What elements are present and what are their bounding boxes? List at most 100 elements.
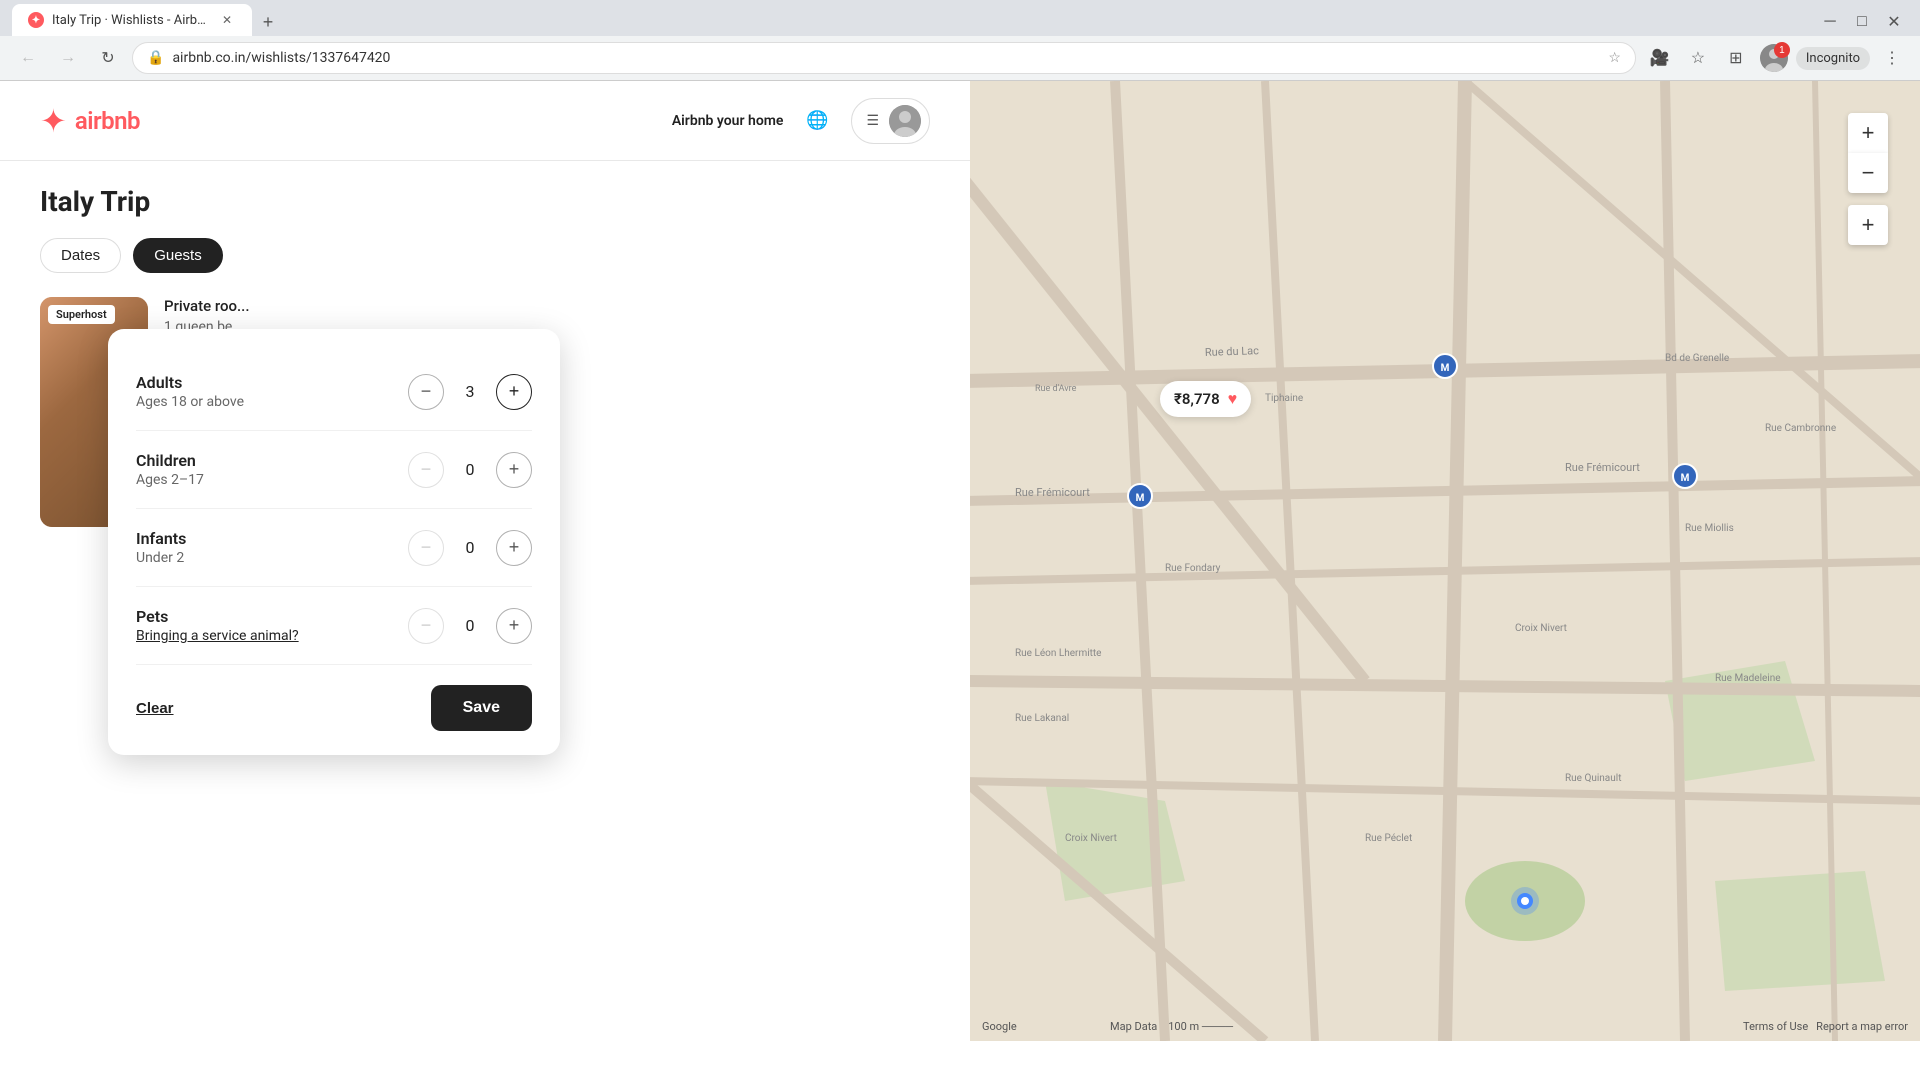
- map-data-label: Map Data: [1110, 1020, 1157, 1033]
- clear-button[interactable]: Clear: [136, 700, 174, 717]
- dates-tab[interactable]: Dates: [40, 238, 121, 273]
- screen-capture-button[interactable]: 🎥: [1644, 42, 1676, 74]
- scale-label: 100 m: [1168, 1020, 1199, 1033]
- infants-row: Infants Under 2 − 0 +: [136, 509, 532, 587]
- pets-count: 0: [460, 616, 480, 635]
- map-zoom-in-button[interactable]: +: [1848, 113, 1888, 153]
- forward-button[interactable]: →: [52, 42, 84, 74]
- heart-icon: ♥: [1228, 389, 1238, 409]
- svg-text:Rue Frémicourt: Rue Frémicourt: [1565, 461, 1640, 474]
- terms-of-use-link[interactable]: Terms of Use: [1743, 1020, 1808, 1033]
- listing-name: Private roo...: [164, 297, 930, 315]
- pets-controls: − 0 +: [408, 608, 532, 644]
- superhost-badge: Superhost: [48, 305, 115, 324]
- tab-title: Italy Trip · Wishlists - Airbnb: [52, 13, 210, 28]
- infants-increase-button[interactable]: +: [496, 530, 532, 566]
- user-menu[interactable]: ☰: [851, 98, 930, 144]
- infants-decrease-button[interactable]: −: [408, 530, 444, 566]
- lock-icon: 🔒: [147, 50, 164, 66]
- map-scale: Map Data 100 m ────: [1110, 1020, 1233, 1033]
- children-label: Children: [136, 451, 204, 470]
- guests-tab[interactable]: Guests: [133, 238, 223, 273]
- dropdown-footer: Clear Save: [136, 685, 532, 731]
- map-price-tag[interactable]: ₹8,778 ♥: [1160, 381, 1251, 417]
- report-error-link[interactable]: Report a map error: [1816, 1020, 1908, 1033]
- bookmark-button[interactable]: ☆: [1682, 42, 1714, 74]
- children-count: 0: [460, 460, 480, 479]
- infants-controls: − 0 +: [408, 530, 532, 566]
- children-controls: − 0 +: [408, 452, 532, 488]
- svg-text:M: M: [1136, 493, 1145, 504]
- svg-text:Rue Miollis: Rue Miollis: [1685, 523, 1734, 534]
- browser-chrome: ✦ Italy Trip · Wishlists - Airbnb ✕ + ─ …: [0, 0, 1920, 81]
- children-info: Children Ages 2–17: [136, 451, 204, 488]
- back-button[interactable]: ←: [12, 42, 44, 74]
- map-expand-button[interactable]: +: [1848, 205, 1888, 245]
- url-text: airbnb.co.in/wishlists/1337647420: [172, 50, 1600, 66]
- more-options-button[interactable]: ⋮: [1876, 42, 1908, 74]
- children-increase-button[interactable]: +: [496, 452, 532, 488]
- adults-info: Adults Ages 18 or above: [136, 373, 244, 410]
- svg-text:Bd de Grenelle: Bd de Grenelle: [1665, 353, 1729, 364]
- map-attribution: Google: [982, 1020, 1017, 1033]
- svg-text:Rue Cambronne: Rue Cambronne: [1765, 423, 1836, 434]
- airbnb-logo-text: airbnb: [75, 107, 140, 135]
- adults-decrease-button[interactable]: −: [408, 374, 444, 410]
- svg-text:Rue Fondary: Rue Fondary: [1165, 563, 1221, 574]
- svg-text:Tiphaine: Tiphaine: [1265, 393, 1303, 404]
- globe-button[interactable]: 🌐: [799, 103, 835, 139]
- adults-label: Adults: [136, 373, 244, 392]
- reload-button[interactable]: ↻: [92, 42, 124, 74]
- infants-info: Infants Under 2: [136, 529, 186, 566]
- airbnb-your-home-link[interactable]: Airbnb your home: [672, 113, 784, 129]
- children-desc: Ages 2–17: [136, 472, 204, 488]
- price-tag-text: ₹8,778: [1174, 390, 1220, 408]
- svg-text:M: M: [1681, 473, 1690, 484]
- map-terms: Terms of Use Report a map error: [1743, 1020, 1908, 1033]
- airbnb-logo[interactable]: ✦ airbnb: [40, 102, 140, 140]
- active-tab[interactable]: ✦ Italy Trip · Wishlists - Airbnb ✕: [12, 4, 252, 36]
- children-decrease-button[interactable]: −: [408, 452, 444, 488]
- page-layout: ✦ airbnb Airbnb your home 🌐 ☰: [0, 81, 1920, 1041]
- minimize-button[interactable]: ─: [1816, 8, 1844, 36]
- svg-text:Rue Quinault: Rue Quinault: [1565, 773, 1621, 784]
- tab-close-button[interactable]: ✕: [218, 11, 236, 29]
- adults-count: 3: [460, 382, 480, 401]
- adults-desc: Ages 18 or above: [136, 394, 244, 410]
- adults-increase-button[interactable]: +: [496, 374, 532, 410]
- service-animal-link[interactable]: Bringing a service animal?: [136, 628, 299, 644]
- svg-text:Rue Léon Lhermitte: Rue Léon Lhermitte: [1015, 648, 1101, 659]
- airbnb-logo-icon: ✦: [40, 102, 67, 140]
- svg-text:Croix Nivert: Croix Nivert: [1065, 833, 1117, 844]
- right-panel: M M M Rue du Lac Rue Frémicourt Rue Frém…: [970, 81, 1920, 1041]
- svg-text:Rue Lakanal: Rue Lakanal: [1015, 713, 1069, 724]
- browser-actions: 🎥 ☆ ⊞ 1 Incognito ⋮: [1644, 42, 1908, 74]
- svg-text:Rue Frémicourt: Rue Frémicourt: [1015, 486, 1090, 499]
- svg-text:Croix Nivert: Croix Nivert: [1515, 623, 1567, 634]
- map-container[interactable]: M M M Rue du Lac Rue Frémicourt Rue Frém…: [970, 81, 1920, 1041]
- profile-badge: 1: [1760, 44, 1788, 72]
- close-window-button[interactable]: ✕: [1880, 8, 1908, 36]
- incognito-text: Incognito: [1806, 51, 1860, 66]
- guest-dropdown: Adults Ages 18 or above − 3 + Children A…: [108, 329, 560, 755]
- pets-increase-button[interactable]: +: [496, 608, 532, 644]
- svg-text:Rue Madeleine: Rue Madeleine: [1715, 673, 1781, 684]
- pets-decrease-button[interactable]: −: [408, 608, 444, 644]
- map-zoom-out-button[interactable]: −: [1848, 153, 1888, 193]
- new-tab-button[interactable]: +: [254, 8, 282, 36]
- pets-row: Pets Bringing a service animal? − 0 +: [136, 587, 532, 665]
- left-panel: ✦ airbnb Airbnb your home 🌐 ☰: [0, 81, 970, 1041]
- save-button[interactable]: Save: [431, 685, 532, 731]
- adults-row: Adults Ages 18 or above − 3 +: [136, 353, 532, 431]
- address-bar-row: ← → ↻ 🔒 airbnb.co.in/wishlists/133764742…: [0, 36, 1920, 80]
- profile-button[interactable]: 1: [1758, 42, 1790, 74]
- airbnb-header: ✦ airbnb Airbnb your home 🌐 ☰: [0, 81, 970, 161]
- user-avatar: [889, 105, 921, 137]
- restore-button[interactable]: □: [1848, 8, 1876, 36]
- extensions-button[interactable]: ⊞: [1720, 42, 1752, 74]
- svg-text:M: M: [1441, 363, 1450, 374]
- address-bar[interactable]: 🔒 airbnb.co.in/wishlists/1337647420 ☆: [132, 42, 1636, 74]
- infants-label: Infants: [136, 529, 186, 548]
- pets-label: Pets: [136, 607, 299, 626]
- map-svg: M M M Rue du Lac Rue Frémicourt Rue Frém…: [970, 81, 1920, 1041]
